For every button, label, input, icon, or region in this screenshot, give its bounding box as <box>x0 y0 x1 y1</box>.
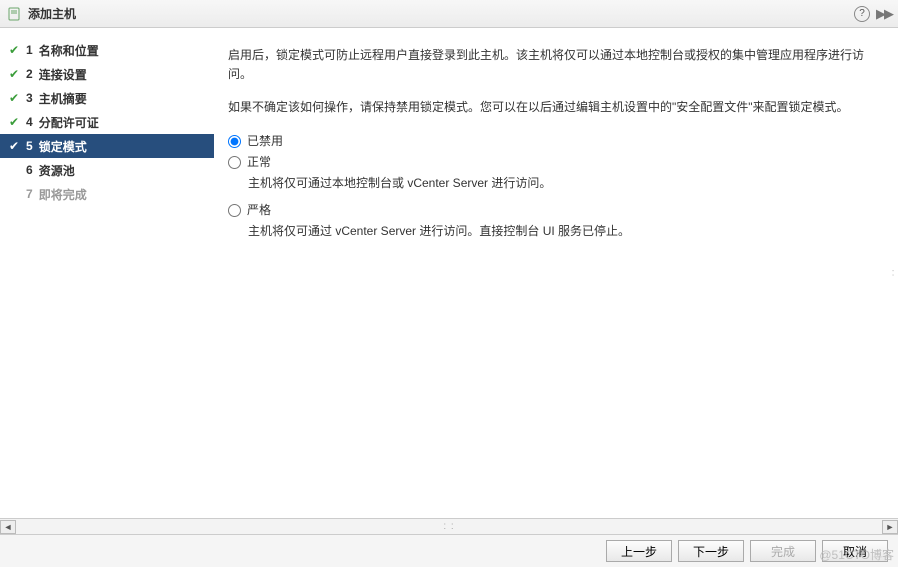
check-icon: ✔ <box>6 139 22 153</box>
grip-icon: ·· <box>888 269 898 278</box>
expand-icon[interactable]: ▶▶ <box>876 6 892 22</box>
dialog-header: 添加主机 ? ▶▶ <box>0 0 898 28</box>
step-label: 即将完成 <box>39 186 87 203</box>
step-label: 锁定模式 <box>39 138 87 155</box>
wizard-sidebar: ✔ 1 名称和位置 ✔ 2 连接设置 ✔ 3 主机摘要 ✔ 4 分配许可证 ✔ … <box>0 28 214 518</box>
radio-disabled[interactable] <box>228 135 241 148</box>
scroll-left-icon[interactable]: ◄ <box>0 520 16 534</box>
step-label: 主机摘要 <box>39 90 87 107</box>
radio-label: 已禁用 <box>247 132 283 151</box>
option-strict-desc: 主机将仅可通过 vCenter Server 进行访问。直接控制台 UI 服务已… <box>248 222 884 241</box>
radio-normal[interactable] <box>228 156 241 169</box>
main-area: ✔ 1 名称和位置 ✔ 2 连接设置 ✔ 3 主机摘要 ✔ 4 分配许可证 ✔ … <box>0 28 898 518</box>
horizontal-scrollbar[interactable]: ◄ : : ► <box>0 518 898 534</box>
radio-label: 正常 <box>247 153 271 172</box>
step-number: 2 <box>26 67 33 81</box>
step-license[interactable]: ✔ 4 分配许可证 <box>0 110 214 134</box>
step-lockdown[interactable]: ✔ 5 锁定模式 <box>0 134 214 158</box>
option-normal[interactable]: 正常 <box>228 153 884 172</box>
check-icon: ✔ <box>6 115 22 129</box>
content-panel: 启用后，锁定模式可防止远程用户直接登录到此主机。该主机将仅可以通过本地控制台或授… <box>214 28 898 518</box>
vertical-splitter[interactable]: ·· <box>888 28 898 518</box>
step-label: 名称和位置 <box>39 42 99 59</box>
radio-strict[interactable] <box>228 204 241 217</box>
help-icon[interactable]: ? <box>854 6 870 22</box>
dialog-title: 添加主机 <box>28 5 854 22</box>
step-number: 6 <box>26 163 33 177</box>
check-icon: ✔ <box>6 43 22 57</box>
option-disabled[interactable]: 已禁用 <box>228 132 884 151</box>
step-number: 3 <box>26 91 33 105</box>
option-strict[interactable]: 严格 <box>228 201 884 220</box>
dialog-footer: 上一步 下一步 完成 取消 <box>0 534 898 567</box>
scroll-track[interactable]: : : <box>16 520 882 534</box>
option-normal-desc: 主机将仅可通过本地控制台或 vCenter Server 进行访问。 <box>248 174 884 193</box>
intro-text-2: 如果不确定该如何操作，请保持禁用锁定模式。您可以在以后通过编辑主机设置中的"安全… <box>228 98 884 117</box>
step-ready: 7 即将完成 <box>0 182 214 206</box>
step-number: 5 <box>26 139 33 153</box>
step-label: 分配许可证 <box>39 114 99 131</box>
step-number: 1 <box>26 43 33 57</box>
step-label: 资源池 <box>39 162 75 179</box>
step-name-location[interactable]: ✔ 1 名称和位置 <box>0 38 214 62</box>
step-connection[interactable]: ✔ 2 连接设置 <box>0 62 214 86</box>
radio-label: 严格 <box>247 201 271 220</box>
step-summary[interactable]: ✔ 3 主机摘要 <box>0 86 214 110</box>
finish-button: 完成 <box>750 540 816 562</box>
step-number: 4 <box>26 115 33 129</box>
step-number: 7 <box>26 187 33 201</box>
scroll-right-icon[interactable]: ► <box>882 520 898 534</box>
back-button[interactable]: 上一步 <box>606 540 672 562</box>
grip-icon: : : <box>443 521 454 532</box>
host-icon <box>6 6 22 22</box>
intro-text-1: 启用后，锁定模式可防止远程用户直接登录到此主机。该主机将仅可以通过本地控制台或授… <box>228 46 884 84</box>
step-resource-pool[interactable]: 6 资源池 <box>0 158 214 182</box>
cancel-button[interactable]: 取消 <box>822 540 888 562</box>
next-button[interactable]: 下一步 <box>678 540 744 562</box>
check-icon: ✔ <box>6 67 22 81</box>
step-label: 连接设置 <box>39 66 87 83</box>
check-icon: ✔ <box>6 91 22 105</box>
